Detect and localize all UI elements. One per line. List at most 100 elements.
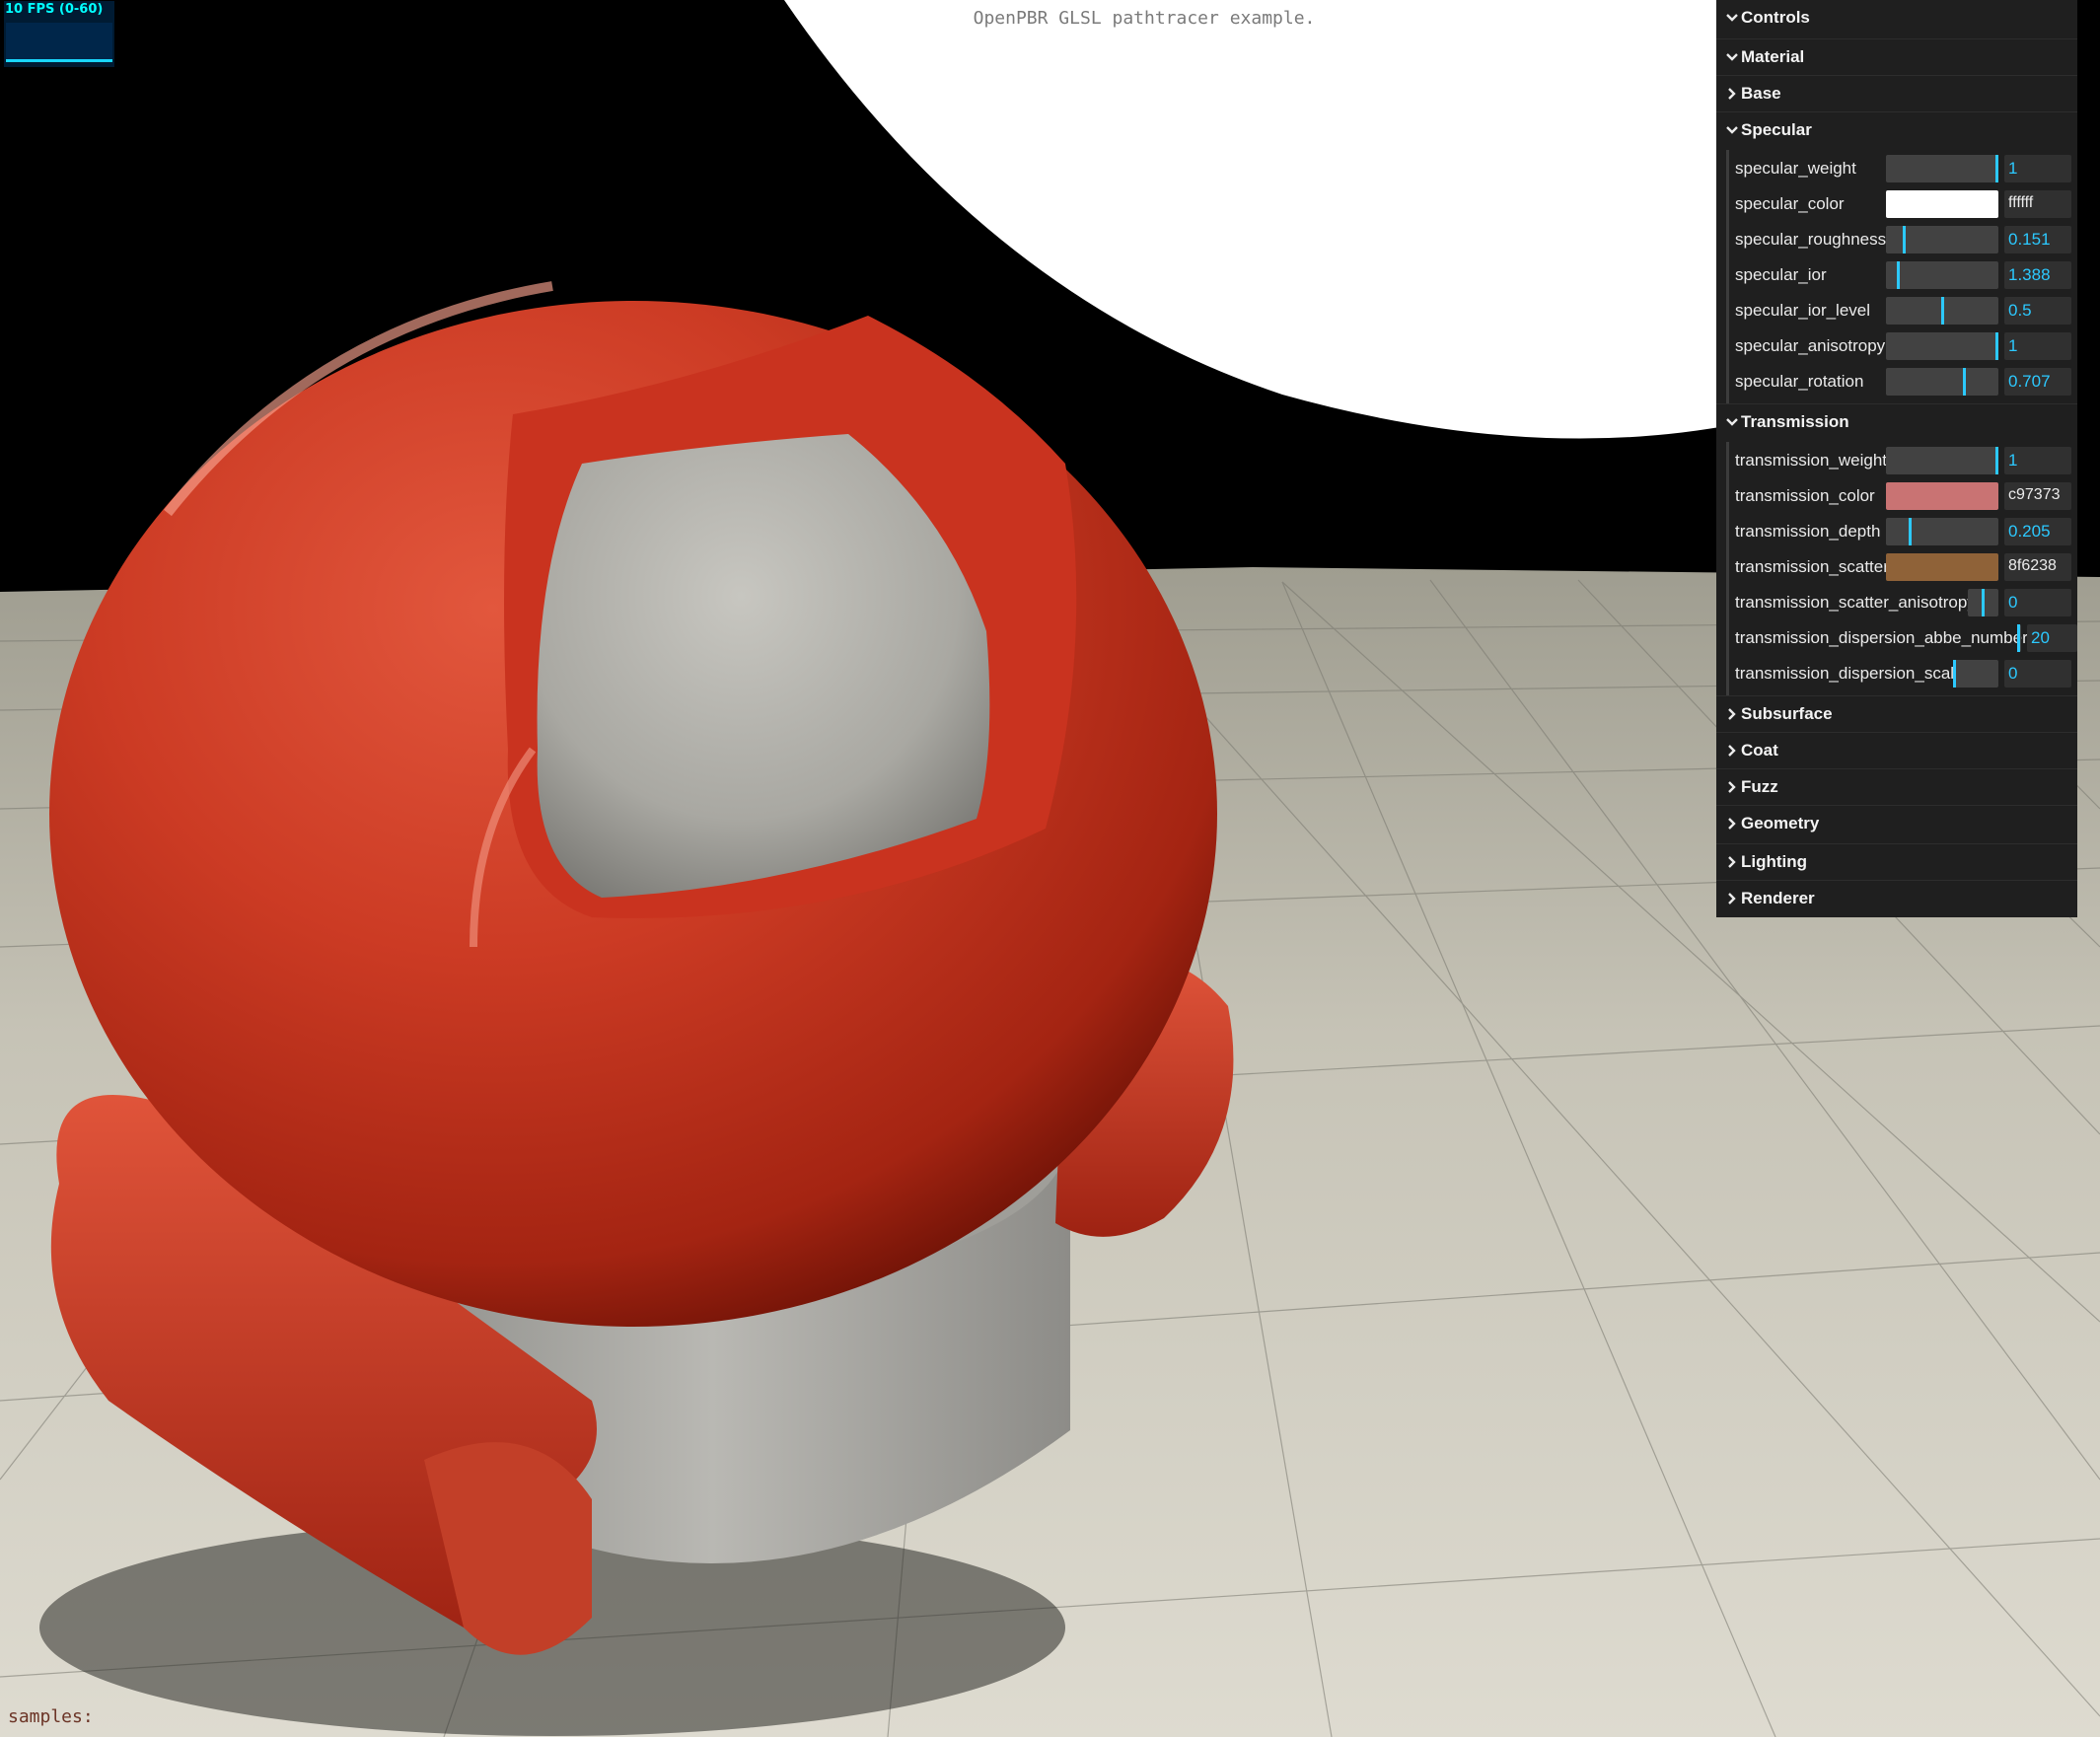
- control-label: specular_color: [1735, 194, 1845, 213]
- folder-geometry[interactable]: Geometry: [1716, 805, 2077, 841]
- control-label: specular_anisotropy: [1735, 336, 1886, 355]
- color-hex-input[interactable]: ffffff: [2004, 190, 2071, 218]
- folder-specular-label: Specular: [1741, 120, 1812, 139]
- specular-roughness-control: specular_roughness 0.151: [1716, 222, 2077, 257]
- folder-transmission[interactable]: Transmission: [1716, 403, 2077, 440]
- folder-coat[interactable]: Coat: [1716, 732, 2077, 768]
- slider-handle[interactable]: [1902, 226, 1906, 253]
- slider-handle[interactable]: [1940, 297, 1944, 325]
- chevron-down-icon: [1726, 14, 1738, 22]
- folder-fuzz-label: Fuzz: [1741, 777, 1778, 796]
- specular-rotation-control: specular_rotation 0.707: [1716, 364, 2077, 399]
- chevron-right-icon: [1728, 745, 1736, 757]
- color-swatch[interactable]: [1886, 553, 1998, 581]
- transmission-weight-control: transmission_weight 1: [1716, 443, 2077, 478]
- color-hex-input[interactable]: c97373: [2004, 482, 2071, 510]
- value-input[interactable]: 0.707: [2004, 368, 2071, 396]
- folder-base[interactable]: Base: [1716, 75, 2077, 111]
- value-slider[interactable]: [1886, 368, 1998, 396]
- control-label: specular_roughness: [1735, 230, 1887, 249]
- slider-handle[interactable]: [1963, 368, 1967, 396]
- chevron-right-icon: [1728, 893, 1736, 905]
- chevron-down-icon: [1726, 126, 1738, 134]
- transmission-scatter-anisotropy-control: transmission_scatter_anisotropy 0: [1716, 585, 2077, 620]
- control-label: transmission_scatter_anisotropy: [1735, 593, 1976, 612]
- folder-lighting[interactable]: Lighting: [1716, 843, 2077, 880]
- transmission-scatter-control: transmission_scatter 8f6238: [1716, 549, 2077, 585]
- transmission-dispersion-scale-control: transmission_dispersion_scale 0: [1716, 656, 2077, 691]
- value-input[interactable]: 1: [2004, 332, 2071, 360]
- folder-geometry-label: Geometry: [1741, 814, 1820, 832]
- color-swatch[interactable]: [1886, 190, 1998, 218]
- folder-coat-label: Coat: [1741, 741, 1778, 760]
- folder-fuzz[interactable]: Fuzz: [1716, 768, 2077, 805]
- slider-handle[interactable]: [2017, 624, 2020, 652]
- value-input[interactable]: 0.151: [2004, 226, 2071, 253]
- controls-panel: Controls Material Base Specular Transmis…: [1716, 0, 2077, 917]
- slider-handle[interactable]: [1995, 332, 1998, 360]
- value-slider[interactable]: [1953, 660, 1998, 688]
- folder-material-label: Material: [1741, 47, 1805, 66]
- folder-subsurface[interactable]: Subsurface: [1716, 695, 2077, 732]
- slider-handle[interactable]: [1995, 155, 1998, 182]
- chevron-right-icon: [1728, 781, 1736, 793]
- specular-ior-control: specular_ior 1.388: [1716, 257, 2077, 293]
- fps-graph: [6, 23, 112, 62]
- value-slider[interactable]: [2017, 624, 2021, 652]
- chevron-right-icon: [1728, 818, 1736, 830]
- control-label: specular_ior_level: [1735, 301, 1871, 320]
- folder-base-label: Base: [1741, 84, 1781, 103]
- specular-ior-level-control: specular_ior_level 0.5: [1716, 293, 2077, 328]
- chevron-right-icon: [1728, 88, 1736, 100]
- chevron-right-icon: [1728, 708, 1736, 720]
- value-slider[interactable]: [1886, 297, 1998, 325]
- control-label: specular_rotation: [1735, 372, 1864, 391]
- controls-header[interactable]: Controls: [1716, 0, 2077, 36]
- chevron-down-icon: [1726, 418, 1738, 426]
- folder-specular[interactable]: Specular: [1716, 111, 2077, 148]
- value-input[interactable]: 0: [2004, 660, 2071, 688]
- slider-handle[interactable]: [1908, 518, 1912, 545]
- transmission-dispersion-abbe-number-control: transmission_dispersion_abbe_number 20: [1716, 620, 2077, 656]
- value-input[interactable]: 0.205: [2004, 518, 2071, 545]
- value-slider[interactable]: [1886, 332, 1998, 360]
- color-swatch[interactable]: [1886, 482, 1998, 510]
- value-slider[interactable]: [1886, 226, 1998, 253]
- value-slider[interactable]: [1968, 589, 1998, 616]
- folder-material[interactable]: Material: [1716, 38, 2077, 75]
- chevron-down-icon: [1726, 53, 1738, 61]
- fps-label: 10 FPS (0-60): [5, 2, 104, 17]
- chevron-right-icon: [1728, 856, 1736, 868]
- control-label: transmission_color: [1735, 486, 1875, 505]
- slider-handle[interactable]: [1982, 589, 1985, 616]
- color-hex-input[interactable]: 8f6238: [2004, 553, 2071, 581]
- value-input[interactable]: 1: [2004, 155, 2071, 182]
- specular-weight-control: specular_weight 1: [1716, 151, 2077, 186]
- folder-transmission-label: Transmission: [1741, 412, 1849, 431]
- scene-title: OpenPBR GLSL pathtracer example.: [973, 8, 1316, 29]
- control-label: transmission_dispersion_scale: [1735, 664, 1964, 683]
- folder-subsurface-label: Subsurface: [1741, 704, 1833, 723]
- slider-handle[interactable]: [1953, 660, 1956, 688]
- folder-renderer[interactable]: Renderer: [1716, 880, 2077, 916]
- specular-color-control: specular_color ffffff: [1716, 186, 2077, 222]
- control-label: transmission_weight: [1735, 451, 1888, 470]
- fps-meter[interactable]: 10 FPS (0-60): [4, 1, 114, 67]
- value-input[interactable]: 20: [2027, 624, 2077, 652]
- fps-graph-baseline: [6, 59, 112, 62]
- controls-title: Controls: [1741, 8, 1810, 27]
- slider-handle[interactable]: [1896, 261, 1900, 289]
- value-input[interactable]: 1.388: [2004, 261, 2071, 289]
- folder-renderer-label: Renderer: [1741, 889, 1815, 907]
- control-label: transmission_scatter: [1735, 557, 1889, 576]
- value-input[interactable]: 0.5: [2004, 297, 2071, 325]
- value-slider[interactable]: [1886, 155, 1998, 182]
- control-label: transmission_dispersion_abbe_number: [1735, 628, 2028, 647]
- control-label: specular_weight: [1735, 159, 1856, 178]
- value-input[interactable]: 1: [2004, 447, 2071, 474]
- value-slider[interactable]: [1886, 447, 1998, 474]
- slider-handle[interactable]: [1995, 447, 1998, 474]
- value-input[interactable]: 0: [2004, 589, 2071, 616]
- value-slider[interactable]: [1886, 518, 1998, 545]
- value-slider[interactable]: [1886, 261, 1998, 289]
